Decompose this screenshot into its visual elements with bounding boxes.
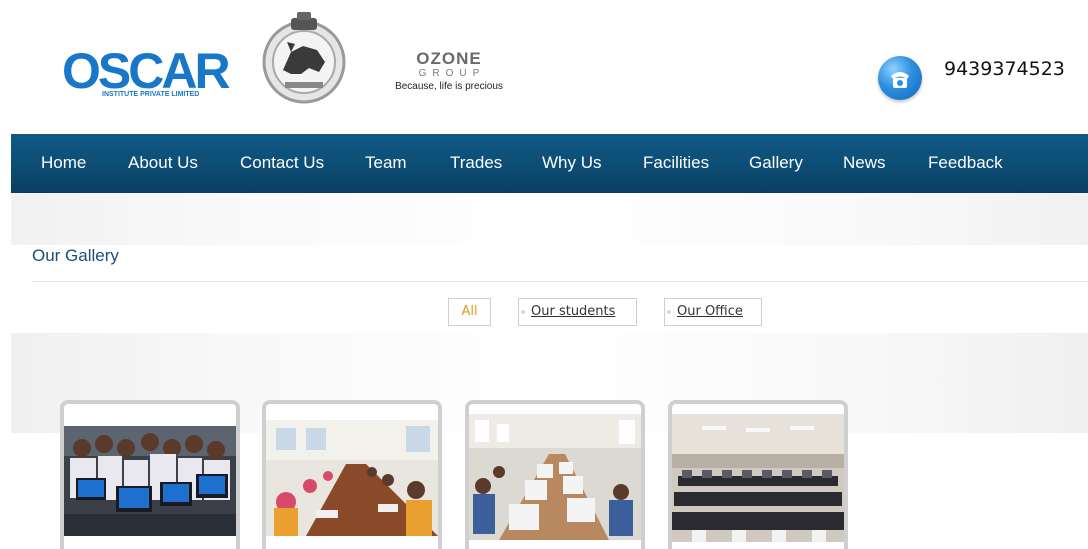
ozone-title: OZONE	[416, 49, 482, 68]
gallery-thumbnail[interactable]	[465, 400, 645, 549]
bullet-icon	[521, 310, 525, 314]
computer-lab-with-students-image	[469, 414, 641, 540]
site-header: OSCAR INSTITUTE PRIVATE LIMITED OZONE GR…	[0, 0, 1088, 134]
nav-item-news[interactable]: News	[843, 134, 886, 193]
oscar-logo-subtitle: INSTITUTE PRIVATE LIMITED	[102, 91, 200, 98]
nav-item-contact-us[interactable]: Contact Us	[240, 134, 324, 193]
ozone-tagline: Because, life is precious	[395, 81, 503, 92]
ozone-group: GROUP	[418, 68, 486, 79]
title-divider	[32, 281, 1088, 282]
nav-item-why-us[interactable]: Why Us	[542, 134, 602, 193]
background-band	[11, 193, 1088, 245]
bullet-icon	[667, 310, 671, 314]
nav-item-feedback[interactable]: Feedback	[928, 134, 1003, 193]
filter-all-button[interactable]: All	[448, 298, 491, 326]
filter-our-students-label: Our students	[531, 304, 616, 319]
filter-our-students-button[interactable]: Our students	[518, 298, 637, 326]
ozone-logo[interactable]: OZONE GROUP Because, life is precious	[384, 50, 514, 105]
nav-item-facilities[interactable]: Facilities	[643, 134, 709, 193]
filter-our-office-label: Our Office	[677, 304, 743, 319]
filter-all-label: All	[461, 304, 478, 319]
odisha-emblem-icon	[261, 12, 347, 104]
telephone-icon	[878, 56, 922, 100]
nav-item-home[interactable]: Home	[41, 134, 86, 193]
nav-item-team[interactable]: Team	[365, 134, 407, 193]
gallery-thumbnail[interactable]	[668, 400, 848, 549]
phone-number: 9439374523	[944, 58, 1065, 80]
nav-item-gallery[interactable]: Gallery	[749, 134, 803, 193]
oscar-logo[interactable]: OSCAR INSTITUTE PRIVATE LIMITED	[62, 46, 232, 104]
students-with-laptops-image	[64, 426, 236, 536]
oscar-logo-text: OSCAR	[62, 43, 231, 99]
nav-item-trades[interactable]: Trades	[450, 134, 502, 193]
gallery-thumbnail[interactable]	[60, 400, 240, 549]
nav-item-about-us[interactable]: About Us	[128, 134, 198, 193]
empty-computer-lab-image	[672, 414, 844, 542]
filter-our-office-button[interactable]: Our Office	[664, 298, 762, 326]
page-title: Our Gallery	[32, 246, 119, 265]
students-at-long-table-image	[266, 420, 438, 536]
gallery-thumbnail[interactable]	[262, 400, 442, 549]
main-nav: Home About Us Contact Us Team Trades Why…	[11, 134, 1088, 193]
